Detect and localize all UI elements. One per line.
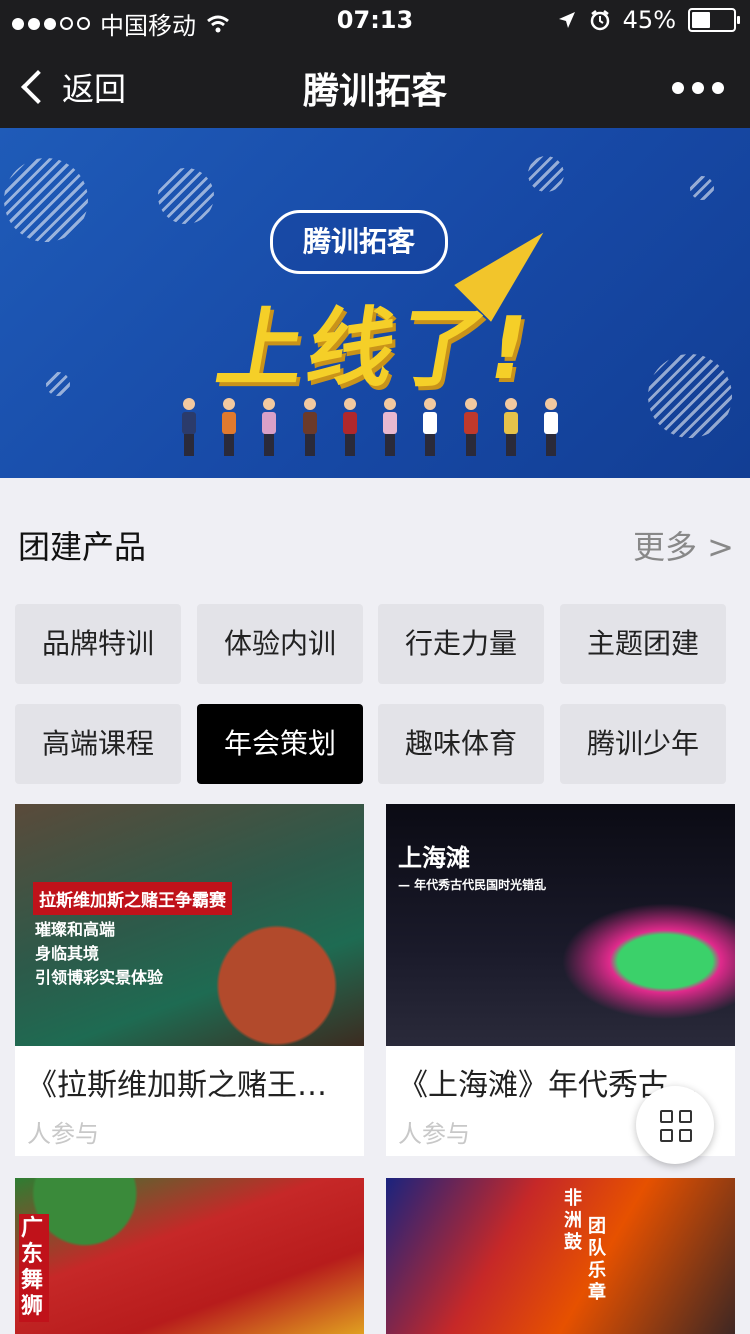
banner-headline: 上线了! bbox=[209, 299, 541, 399]
product-card[interactable]: 非洲鼓 团队乐章 bbox=[386, 1178, 735, 1334]
category-chip-active[interactable]: 年会策划 bbox=[197, 704, 363, 784]
image-caption: 非洲鼓 bbox=[564, 1188, 582, 1253]
product-image: 广东舞狮 bbox=[15, 1178, 364, 1334]
category-chip[interactable]: 腾训少年 bbox=[560, 704, 726, 784]
section-title: 团建产品 bbox=[18, 528, 147, 566]
status-bar: 中国移动 07:13 45% bbox=[0, 0, 750, 42]
category-chip[interactable]: 品牌特训 bbox=[15, 604, 181, 684]
product-image: 上海滩 — 年代秀古代民国时光错乱 bbox=[386, 804, 735, 1046]
banner-pill: 腾训拓客 bbox=[270, 210, 448, 274]
product-image: 拉斯维加斯之赌王争霸赛 璀璨和高端 身临其境 引领博彩实景体验 bbox=[15, 804, 364, 1046]
more-options-icon[interactable] bbox=[672, 82, 724, 94]
location-icon bbox=[558, 12, 575, 28]
category-chip[interactable]: 行走力量 bbox=[378, 604, 544, 684]
image-caption: 拉斯维加斯之赌王争霸赛 bbox=[33, 882, 232, 915]
nav-bar: 返回 腾训拓客 bbox=[0, 42, 750, 128]
participant-count: 人参与 bbox=[27, 1120, 99, 1148]
image-subcaption: — 年代秀古代民国时光错乱 bbox=[398, 878, 547, 892]
page-title: 腾训拓客 bbox=[302, 71, 447, 112]
image-caption-2: 团队乐章 bbox=[588, 1216, 606, 1303]
grid-icon bbox=[660, 1110, 692, 1142]
product-card[interactable]: 广东舞狮 bbox=[15, 1178, 364, 1334]
image-caption: 广东舞狮 bbox=[19, 1214, 49, 1322]
product-title: 《拉斯维加斯之赌王… bbox=[27, 1068, 327, 1103]
category-chip[interactable]: 高端课程 bbox=[15, 704, 181, 784]
battery-icon bbox=[688, 8, 740, 32]
people-illustration bbox=[180, 398, 560, 460]
image-line: 身临其境 bbox=[35, 944, 100, 963]
image-caption: 上海滩 bbox=[398, 844, 470, 872]
status-right: 45% bbox=[557, 6, 740, 34]
category-chip[interactable]: 主题团建 bbox=[560, 604, 726, 684]
more-link[interactable]: 更多 > bbox=[633, 522, 734, 568]
product-image: 非洲鼓 团队乐章 bbox=[386, 1178, 735, 1334]
promo-banner[interactable]: 腾训拓客 上线了! bbox=[0, 128, 750, 478]
battery-percent: 45% bbox=[622, 6, 676, 34]
category-chip[interactable]: 体验内训 bbox=[197, 604, 363, 684]
top-bar: 中国移动 07:13 45% 返回 腾训拓客 bbox=[0, 0, 750, 128]
grid-menu-button[interactable] bbox=[636, 1086, 714, 1164]
category-chip[interactable]: 趣味体育 bbox=[378, 704, 544, 784]
image-line: 引领博彩实景体验 bbox=[35, 968, 164, 987]
alarm-icon bbox=[590, 10, 609, 31]
product-card[interactable]: 拉斯维加斯之赌王争霸赛 璀璨和高端 身临其境 引领博彩实景体验 《拉斯维加斯之赌… bbox=[15, 804, 364, 1156]
image-line: 璀璨和高端 bbox=[35, 920, 116, 939]
